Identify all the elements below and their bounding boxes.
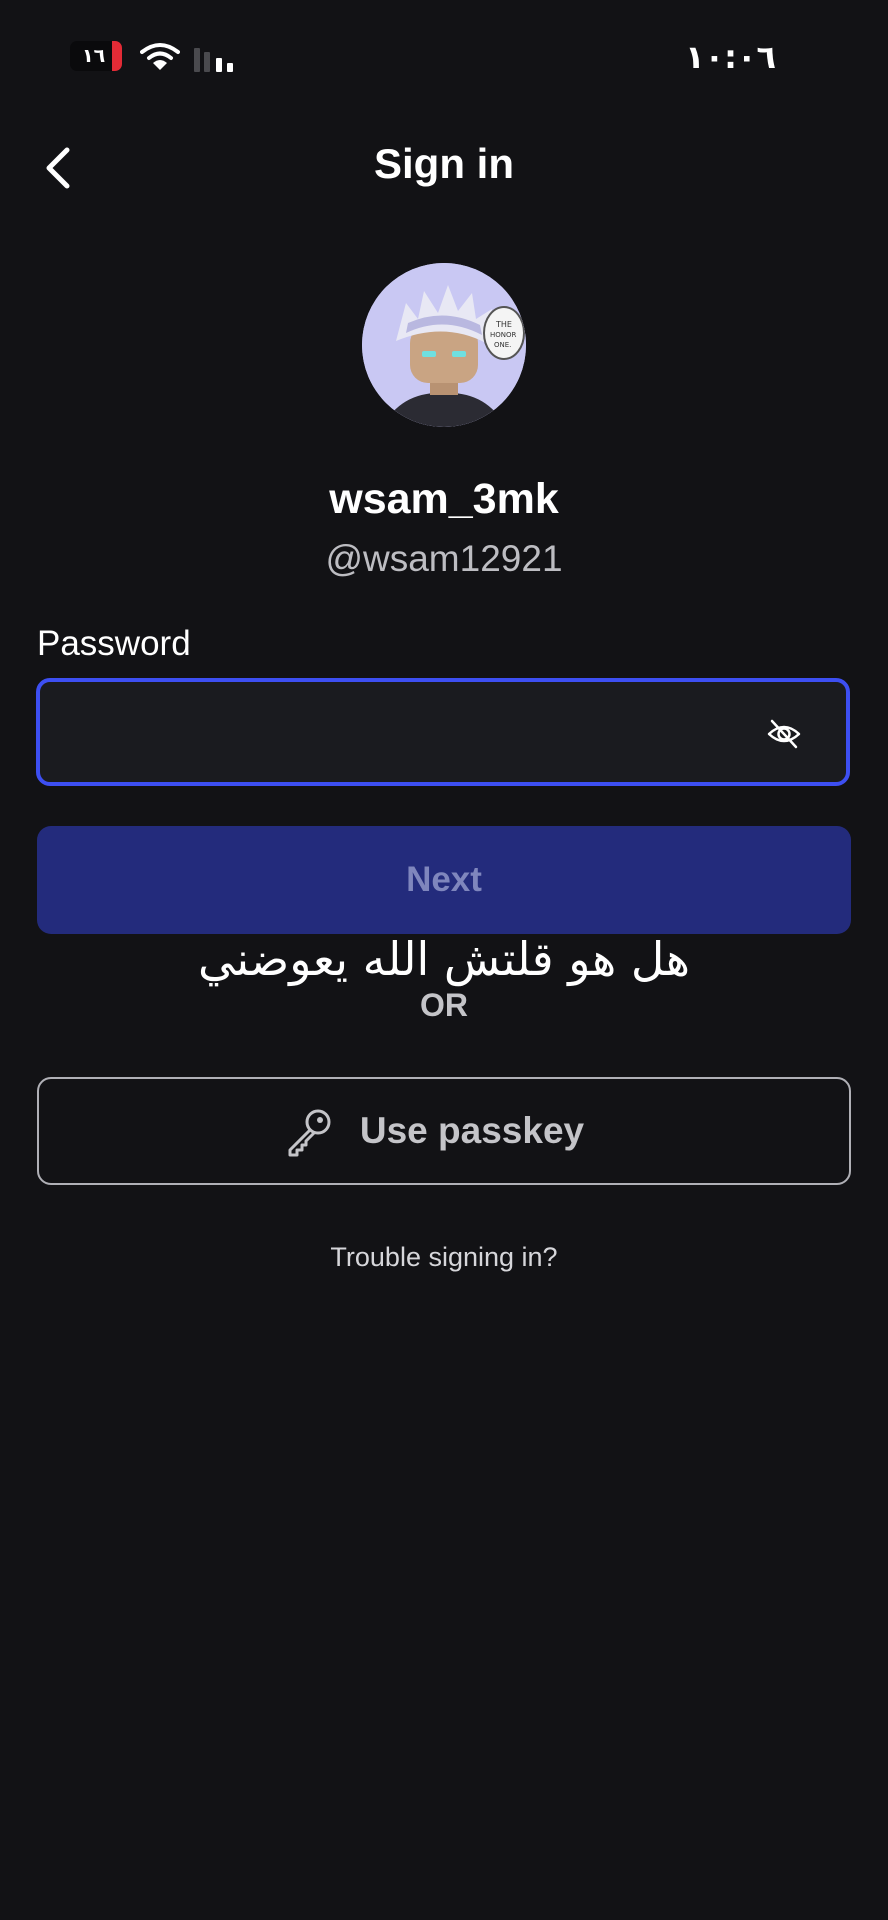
status-time: ١٠:٠٦ <box>685 38 776 76</box>
svg-text:ONE.: ONE. <box>494 341 511 349</box>
password-input[interactable] <box>64 700 748 766</box>
passkey-label: Use passkey <box>359 1110 585 1151</box>
key-icon <box>288 1109 331 1157</box>
caption-overlay: هل هو قلتش الله يعوضني <box>197 932 691 986</box>
signal-icon <box>194 48 233 72</box>
trouble-signing-in-link[interactable]: Trouble signing in? <box>0 1242 888 1273</box>
password-field[interactable] <box>36 678 850 786</box>
next-button[interactable]: Next <box>37 826 851 934</box>
svg-text:THE: THE <box>495 320 512 329</box>
svg-text:HONOR: HONOR <box>490 331 517 339</box>
avatar: THE HONOR ONE. <box>362 263 526 427</box>
eye-off-icon[interactable] <box>766 716 802 752</box>
battery-level: ١٦ <box>82 45 106 67</box>
battery-indicator: ١٦ <box>70 40 124 72</box>
page-title: Sign in <box>374 140 514 187</box>
password-label: Password <box>37 624 191 663</box>
username: @wsam12921 <box>325 538 563 579</box>
or-divider: OR <box>420 987 468 1023</box>
display-name: wsam_3mk <box>329 475 559 523</box>
use-passkey-button[interactable]: Use passkey <box>37 1077 851 1185</box>
wifi-icon <box>140 43 180 70</box>
